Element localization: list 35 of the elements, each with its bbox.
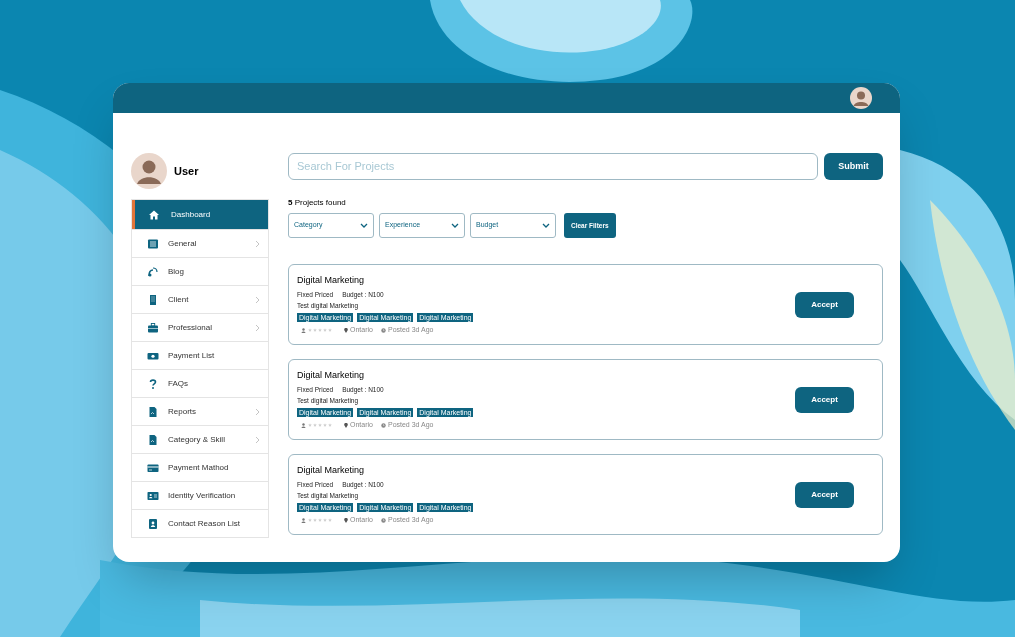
- user-icon: [301, 327, 306, 333]
- document-icon: [147, 405, 159, 418]
- accept-button[interactable]: Accept: [795, 291, 854, 318]
- avatar-icon[interactable]: [850, 87, 872, 109]
- accept-button[interactable]: Accept: [795, 481, 854, 508]
- home-icon: [148, 208, 160, 221]
- location-pin-icon: [344, 422, 348, 428]
- project-title: Digital Marketing: [297, 370, 366, 381]
- sidebar-item[interactable]: Dashboard: [132, 200, 268, 229]
- contact-icon: [147, 517, 159, 530]
- user-icon: [301, 422, 306, 428]
- results-count: 5 Projects found: [288, 197, 347, 209]
- building-icon: [147, 293, 159, 306]
- chevron-down-icon: [451, 223, 459, 228]
- rss-icon: [147, 265, 159, 278]
- document-icon: [147, 433, 159, 446]
- location-pin-icon: [344, 327, 348, 333]
- submit-button[interactable]: Submit: [824, 153, 883, 180]
- question-icon: [147, 377, 159, 390]
- project-title: Digital Marketing: [297, 465, 366, 476]
- chevron-down-icon: [542, 223, 550, 228]
- chevron-down-icon: [360, 223, 368, 228]
- clock-icon: [380, 517, 386, 523]
- user-name: User: [174, 163, 199, 179]
- user-icon: [301, 517, 306, 523]
- briefcase-icon: [147, 321, 159, 334]
- accept-button[interactable]: Accept: [795, 386, 854, 413]
- search-field[interactable]: Search For Projects: [288, 153, 818, 180]
- avatar-icon: [131, 153, 167, 189]
- clock-icon: [380, 422, 386, 428]
- project-title: Digital Marketing: [297, 275, 366, 286]
- list-icon: [147, 237, 159, 250]
- id-card-icon: [147, 489, 159, 502]
- clock-icon: [380, 327, 386, 333]
- location-pin-icon: [344, 517, 348, 523]
